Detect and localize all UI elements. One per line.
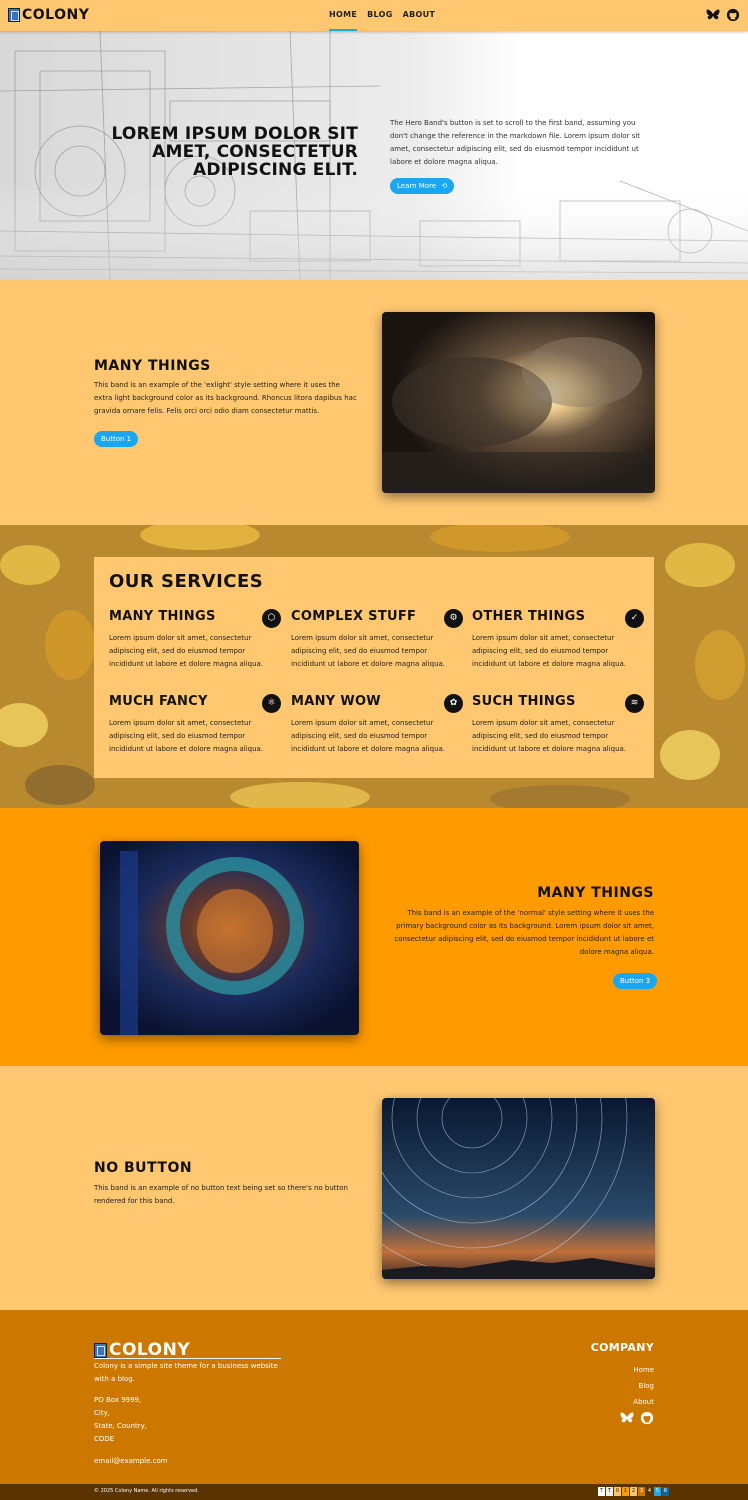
footer-divider: [94, 1358, 281, 1359]
footer-social: [620, 1411, 654, 1425]
service-item: COMPLEX STUFF ⚙ Lorem ipsum dolor sit am…: [291, 609, 463, 671]
service-text: Lorem ipsum dolor sit amet, consectetur …: [472, 719, 627, 753]
button-3[interactable]: Button 3: [613, 973, 658, 989]
footer-logo[interactable]: COLONY: [94, 1340, 190, 1360]
copyright-text: © 2025 Colony Name. All rights reserved.: [94, 1488, 199, 1494]
service-text: Lorem ipsum dolor sit amet, consectetur …: [109, 634, 264, 668]
footer-address: PO Box 9999, City, State, Country, CODE: [94, 1394, 147, 1446]
rocket-launch-image: [382, 312, 655, 493]
services-heading: OUR SERVICES: [109, 571, 264, 592]
band4-text: This band is an example of no button tex…: [94, 1184, 348, 1205]
learn-more-label: Learn More: [397, 182, 437, 190]
footer-links: Home Blog About: [633, 1362, 654, 1410]
band-no-button: NO BUTTON This band is an example of no …: [0, 1066, 748, 1310]
logo-text: COLONY: [22, 7, 90, 23]
atom-icon: ⚛: [262, 694, 281, 713]
band1-title: MANY THINGS: [94, 358, 211, 374]
button-1[interactable]: Button 1: [94, 431, 139, 447]
footer-link-about[interactable]: About: [633, 1394, 654, 1410]
badge-cell: T: [606, 1487, 613, 1496]
service-text: Lorem ipsum dolor sit amet, consectetur …: [291, 719, 446, 753]
service-item: MANY WOW ✿ Lorem ipsum dolor sit amet, c…: [291, 694, 463, 756]
address-line: CODE: [94, 1435, 115, 1443]
service-item: OTHER THINGS ✓ Lorem ipsum dolor sit ame…: [472, 609, 644, 671]
nav-item-home[interactable]: HOME: [329, 0, 358, 31]
service-title: COMPLEX STUFF: [291, 609, 417, 624]
hero-text: The Hero Band's button is set to scroll …: [390, 119, 641, 166]
band3-title: MANY THINGS: [537, 885, 654, 901]
layers-icon: ≋: [625, 694, 644, 713]
astronaut-image: [100, 841, 359, 1035]
address-line: PO Box 9999,: [94, 1396, 142, 1404]
footer-email[interactable]: email@example.com: [94, 1455, 168, 1468]
badge-cell: 6: [662, 1487, 669, 1496]
chip-icon: ⚙: [444, 609, 463, 628]
services-panel: OUR SERVICES MANY THINGS ⬡ Lorem ipsum d…: [94, 557, 654, 778]
learn-more-button[interactable]: Learn More ⟲: [390, 178, 455, 194]
footer-link-blog[interactable]: Blog: [633, 1378, 654, 1394]
band4-title: NO BUTTON: [94, 1160, 193, 1176]
badge-cell: 1: [622, 1487, 629, 1496]
github-icon[interactable]: [726, 8, 740, 22]
social-links: [706, 8, 740, 22]
bluesky-icon[interactable]: [706, 8, 720, 22]
star-trails-image: [382, 1098, 655, 1279]
hero-band: LOREM IPSUM DOLOR SIT AMET, CONSECTETUR …: [0, 31, 748, 280]
band-normal: MANY THINGS This band is an example of t…: [0, 808, 748, 1066]
service-title: MUCH FANCY: [109, 694, 208, 709]
service-item: MUCH FANCY ⚛ Lorem ipsum dolor sit amet,…: [109, 694, 281, 756]
top-nav: COLONY HOME BLOG ABOUT: [0, 0, 748, 31]
cube-icon: ⬡: [262, 609, 281, 628]
main-menu: HOME BLOG ABOUT: [329, 0, 445, 31]
nav-item-blog[interactable]: BLOG: [367, 0, 392, 31]
address-line: State, Country,: [94, 1422, 148, 1430]
hero-title: LOREM IPSUM DOLOR SIT AMET, CONSECTETUR …: [111, 124, 358, 180]
check-icon: ✓: [625, 609, 644, 628]
logo-icon: [94, 1342, 107, 1358]
footer-logo-text: COLONY: [109, 1340, 191, 1360]
company-heading: COMPANY: [590, 1341, 654, 1354]
service-title: SUCH THINGS: [472, 694, 576, 709]
footer-link-home[interactable]: Home: [633, 1362, 654, 1378]
service-text: Lorem ipsum dolor sit amet, consectetur …: [291, 634, 446, 668]
band3-text: This band is an example of the 'normal' …: [394, 909, 654, 956]
site-logo[interactable]: COLONY: [8, 6, 89, 24]
flower-icon: ✿: [444, 694, 463, 713]
service-title: MANY WOW: [291, 694, 381, 709]
service-text: Lorem ipsum dolor sit amet, consectetur …: [109, 719, 264, 753]
badge-cell: 5: [654, 1487, 661, 1496]
service-title: MANY THINGS: [109, 609, 216, 624]
sub-footer: © 2025 Colony Name. All rights reserved.…: [0, 1484, 748, 1500]
address-line: City,: [94, 1409, 110, 1417]
badge-cell: 2: [630, 1487, 637, 1496]
badge-cell: T: [598, 1487, 605, 1496]
service-title: OTHER THINGS: [472, 609, 586, 624]
nav-item-about[interactable]: ABOUT: [403, 0, 436, 31]
footer-tagline: Colony is a simple site theme for a busi…: [94, 1362, 278, 1383]
band1-text: This band is an example of the 'exlight'…: [94, 381, 357, 415]
badge-cell: 4: [646, 1487, 653, 1496]
service-text: Lorem ipsum dolor sit amet, consectetur …: [472, 634, 627, 668]
service-item: SUCH THINGS ≋ Lorem ipsum dolor sit amet…: [472, 694, 644, 756]
services-band: OUR SERVICES MANY THINGS ⬡ Lorem ipsum d…: [0, 525, 748, 808]
band-exlight: MANY THINGS This band is an example of t…: [0, 280, 748, 525]
site-footer: COLONY Colony is a simple site theme for…: [0, 1310, 748, 1484]
bluesky-icon[interactable]: [620, 1411, 634, 1425]
github-icon[interactable]: [640, 1411, 654, 1425]
badge-cell: 0: [614, 1487, 621, 1496]
logo-icon: [8, 8, 20, 22]
color-swatch-badge: T T 0 1 2 3 4 5 6: [598, 1487, 669, 1496]
service-item: MANY THINGS ⬡ Lorem ipsum dolor sit amet…: [109, 609, 281, 671]
badge-cell: 3: [638, 1487, 645, 1496]
scroll-icon: ⟲: [441, 182, 448, 190]
